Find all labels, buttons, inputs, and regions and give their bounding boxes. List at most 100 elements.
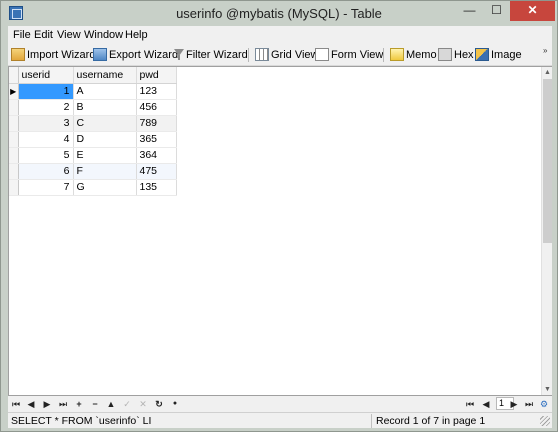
cell-username[interactable]: B bbox=[73, 99, 137, 116]
row-indicator[interactable] bbox=[9, 147, 19, 164]
add-record-button[interactable]: + bbox=[73, 397, 85, 411]
cell-userid[interactable]: 4 bbox=[18, 131, 74, 148]
cell-username[interactable]: E bbox=[73, 147, 137, 164]
toolbar-overflow-icon[interactable]: » bbox=[543, 47, 547, 55]
memo-icon bbox=[390, 48, 404, 61]
hex-label: Hex bbox=[454, 49, 474, 61]
grid-view-button[interactable]: Grid View bbox=[255, 47, 318, 63]
status-divider bbox=[371, 414, 372, 428]
menu-view[interactable]: View bbox=[57, 29, 81, 41]
filter-wizard-label: Filter Wizard bbox=[186, 49, 248, 61]
cell-pwd[interactable]: 364 bbox=[136, 147, 177, 164]
title-bar[interactable]: userinfo @mybatis (MySQL) - Table — ☐ ✕ bbox=[1, 1, 557, 26]
image-button[interactable]: Image bbox=[475, 47, 522, 63]
data-grid[interactable]: userid username pwd ▶ 1 A 123 2 B 456 3 … bbox=[8, 66, 552, 396]
table-row[interactable]: 4 D 365 bbox=[9, 131, 177, 148]
cell-pwd[interactable]: 789 bbox=[136, 115, 177, 132]
table-header-row: userid username pwd bbox=[9, 67, 177, 84]
grid-view-label: Grid View bbox=[271, 49, 319, 61]
status-sql-text: SELECT * FROM `userinfo` LIMIT 0 bbox=[11, 415, 151, 427]
record-navigator: ⏮ ◀ ▶ ⏭ + − ▲ ✓ ✕ ↻ ● ⏮ ◀ 1 ▶ ⏭ ⚙ bbox=[8, 396, 552, 412]
table-row[interactable]: 2 B 456 bbox=[9, 99, 177, 116]
export-icon bbox=[93, 48, 107, 61]
filter-icon bbox=[174, 48, 184, 61]
cell-username[interactable]: F bbox=[73, 163, 137, 180]
stop-button[interactable]: ● bbox=[169, 397, 181, 411]
cell-username[interactable]: A bbox=[73, 83, 137, 100]
cell-username[interactable]: D bbox=[73, 131, 137, 148]
maximize-button[interactable]: ☐ bbox=[483, 1, 510, 21]
move-up-button[interactable]: ▲ bbox=[105, 397, 117, 411]
cell-userid[interactable]: 5 bbox=[18, 147, 74, 164]
cell-pwd[interactable]: 456 bbox=[136, 99, 177, 116]
menu-bar: File Edit View Window Help bbox=[8, 26, 552, 44]
scroll-thumb[interactable] bbox=[543, 79, 552, 243]
column-header-pwd[interactable]: pwd bbox=[136, 67, 177, 84]
memo-button[interactable]: Memo bbox=[390, 47, 437, 63]
cell-userid[interactable]: 1 bbox=[18, 83, 74, 100]
cell-pwd[interactable]: 365 bbox=[136, 131, 177, 148]
cell-username[interactable]: C bbox=[73, 115, 137, 132]
settings-icon[interactable]: ⚙ bbox=[538, 397, 550, 411]
import-wizard-label: Import Wizard bbox=[27, 49, 96, 61]
first-record-button[interactable]: ⏮ bbox=[10, 397, 22, 411]
cell-username[interactable]: G bbox=[73, 179, 137, 196]
discard-changes-button[interactable]: ✕ bbox=[137, 397, 149, 411]
refresh-button[interactable]: ↻ bbox=[153, 397, 165, 411]
minimize-button[interactable]: — bbox=[456, 1, 483, 21]
close-button[interactable]: ✕ bbox=[510, 1, 555, 21]
vertical-scrollbar[interactable]: ▲ ▼ bbox=[541, 67, 552, 395]
filter-wizard-button[interactable]: Filter Wizard bbox=[174, 47, 248, 63]
menu-edit[interactable]: Edit bbox=[34, 29, 53, 41]
row-indicator[interactable] bbox=[9, 179, 19, 196]
form-view-label: Form View bbox=[331, 49, 384, 61]
toolbar-separator bbox=[383, 48, 384, 62]
image-label: Image bbox=[491, 49, 522, 61]
table-row[interactable]: 5 E 364 bbox=[9, 147, 177, 164]
prev-page-button[interactable]: ◀ bbox=[480, 397, 492, 411]
cell-pwd[interactable]: 475 bbox=[136, 163, 177, 180]
export-wizard-button[interactable]: Export Wizard bbox=[93, 47, 178, 63]
table-row[interactable]: 7 G 135 bbox=[9, 179, 177, 196]
import-wizard-button[interactable]: Import Wizard bbox=[11, 47, 95, 63]
cell-userid[interactable]: 6 bbox=[18, 163, 74, 180]
cell-pwd[interactable]: 123 bbox=[136, 83, 177, 100]
cell-userid[interactable]: 2 bbox=[18, 99, 74, 116]
cell-userid[interactable]: 7 bbox=[18, 179, 74, 196]
next-record-button[interactable]: ▶ bbox=[41, 397, 53, 411]
form-view-button[interactable]: Form View bbox=[315, 47, 383, 63]
delete-record-button[interactable]: − bbox=[89, 397, 101, 411]
column-header-userid[interactable]: userid bbox=[18, 67, 74, 84]
scroll-down-icon[interactable]: ▼ bbox=[542, 384, 553, 395]
table-row[interactable]: 6 F 475 bbox=[9, 163, 177, 180]
menu-file[interactable]: File bbox=[13, 29, 31, 41]
data-table: userid username pwd ▶ 1 A 123 2 B 456 3 … bbox=[9, 67, 177, 196]
row-indicator[interactable] bbox=[9, 115, 19, 132]
last-page-button[interactable]: ⏭ bbox=[523, 397, 535, 411]
column-header-username[interactable]: username bbox=[73, 67, 137, 84]
resize-grip-icon[interactable] bbox=[540, 416, 550, 426]
menu-help[interactable]: Help bbox=[125, 29, 148, 41]
cell-pwd[interactable]: 135 bbox=[136, 179, 177, 196]
row-indicator-header bbox=[9, 67, 19, 84]
last-record-button[interactable]: ⏭ bbox=[57, 397, 69, 411]
menu-window[interactable]: Window bbox=[84, 29, 123, 41]
prev-record-button[interactable]: ◀ bbox=[25, 397, 37, 411]
hex-button[interactable]: Hex bbox=[438, 47, 474, 63]
status-record-text: Record 1 of 7 in page 1 bbox=[376, 415, 486, 427]
table-window: userinfo @mybatis (MySQL) - Table — ☐ ✕ … bbox=[0, 0, 558, 432]
cell-userid[interactable]: 3 bbox=[18, 115, 74, 132]
image-icon bbox=[475, 48, 489, 61]
scroll-up-icon[interactable]: ▲ bbox=[542, 67, 553, 78]
table-row[interactable]: 3 C 789 bbox=[9, 115, 177, 132]
row-indicator[interactable] bbox=[9, 99, 19, 116]
table-row[interactable]: ▶ 1 A 123 bbox=[9, 83, 177, 100]
first-page-button[interactable]: ⏮ bbox=[464, 397, 476, 411]
grid-view-icon bbox=[255, 48, 269, 61]
hex-icon bbox=[438, 48, 452, 61]
row-indicator[interactable] bbox=[9, 131, 19, 148]
row-indicator[interactable] bbox=[9, 163, 19, 180]
next-page-button[interactable]: ▶ bbox=[508, 397, 520, 411]
toolbar-separator bbox=[248, 48, 249, 62]
apply-changes-button[interactable]: ✓ bbox=[121, 397, 133, 411]
